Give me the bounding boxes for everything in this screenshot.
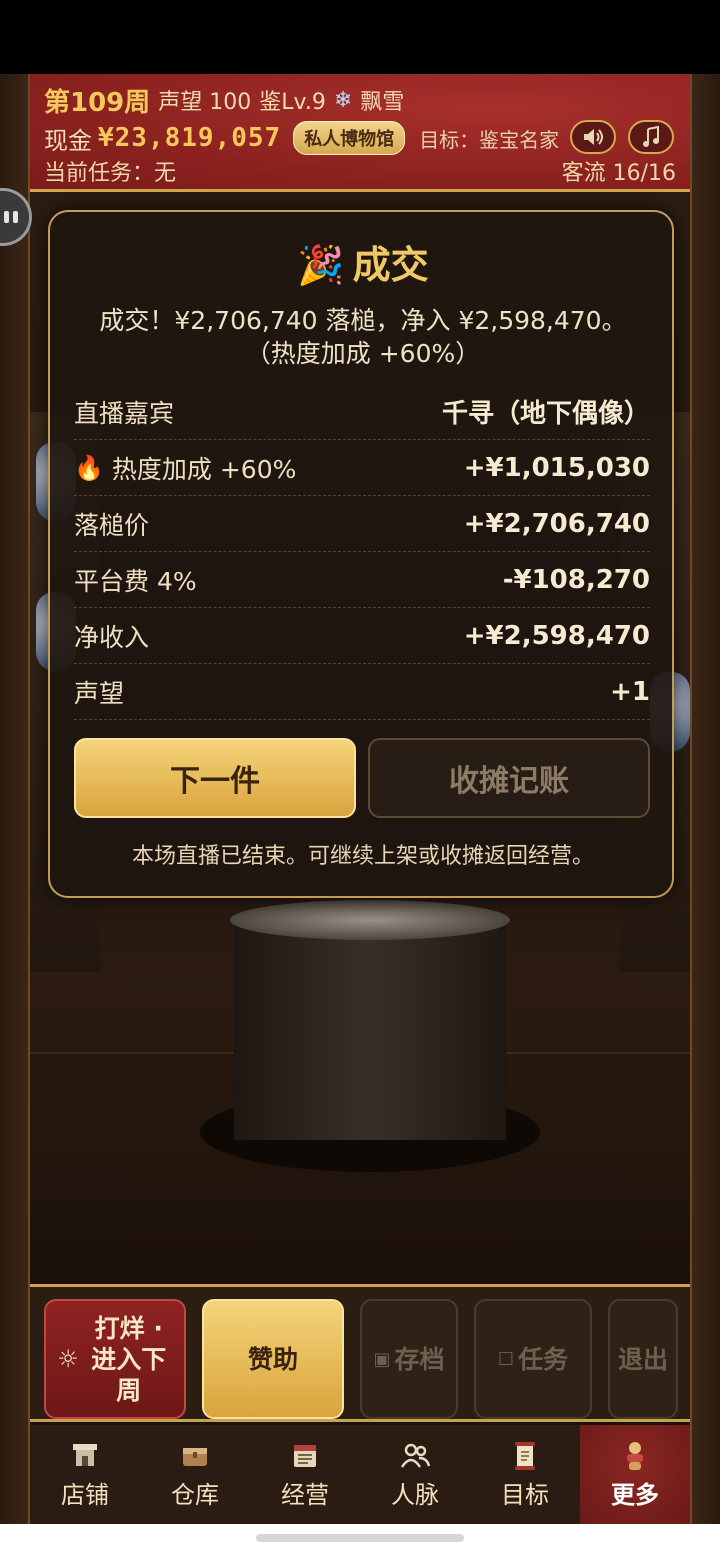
task-label: 任务 [518, 1344, 569, 1374]
party-popper-icon: 🎉 [297, 243, 345, 287]
appraisal-level: 鉴Lv.9 [259, 90, 326, 115]
dialog-note: 本场直播已结束。可继续上架或收摊返回经营。 [131, 844, 594, 869]
bottom-navigation: 店铺 仓库 经营 人脉 目标 更多 [30, 1425, 690, 1524]
pedestal-top [230, 900, 510, 940]
nav-label: 仓库 [171, 1481, 219, 1509]
row-heat-bonus: 🔥 热度加成 +60% +¥1,015,030 [74, 440, 650, 496]
dialog-title-text: 成交 [352, 243, 429, 287]
exit-button[interactable]: 退出 [608, 1299, 678, 1419]
sponsor-button[interactable]: 赞助 [202, 1299, 344, 1419]
next-item-button[interactable]: 下一件 [74, 738, 356, 818]
current-task: 当前任务：无 [44, 161, 177, 186]
row-value: +¥2,706,740 [463, 508, 650, 539]
display-pedestal [234, 920, 506, 1140]
nav-item-shop[interactable]: 店铺 [30, 1425, 140, 1524]
row-value: 千寻（地下偶像） [441, 399, 650, 429]
museum-badge[interactable]: 私人博物馆 [293, 121, 406, 155]
sale-message-line2: （热度加成 +60%） [245, 339, 481, 368]
music-button[interactable] [628, 120, 674, 154]
row-value: +1 [610, 676, 650, 707]
visitor-count: 客流 16/16 [561, 161, 676, 186]
action-bar: ☼ 打烊 · 进入下周 赞助 ▣ 存档 ☐ 任务 退出 [30, 1284, 690, 1422]
save-label: 存档 [394, 1344, 445, 1374]
header-row-task: 当前任务：无 客流 16/16 [44, 154, 676, 188]
row-value: +¥2,598,470 [463, 620, 650, 651]
save-icon: ▣ [373, 1348, 391, 1370]
top-status-panel: 第109周 声望 100 鉴Lv.9 ❄ 飘雪 现金 ¥23,819,057 私… [30, 74, 690, 192]
row-label: 平台费 4% [74, 566, 197, 596]
reputation-value: 声望 100 [158, 90, 252, 115]
music-note-icon [643, 126, 659, 147]
snowflake-icon: ❄ [333, 87, 353, 113]
sale-message-line1: 成交！¥2,706,740 落槌，净入 ¥2,598,470。 [99, 306, 627, 335]
row-label: 净收入 [74, 622, 150, 652]
row-reputation: 声望 +1 [74, 664, 650, 720]
frame-left [0, 74, 30, 1524]
close-and-next-week-label: 打烊 · 进入下周 [91, 1313, 167, 1405]
nav-label: 经营 [281, 1481, 329, 1509]
row-value: +¥1,015,030 [463, 452, 650, 483]
nav-item-warehouse[interactable]: 仓库 [140, 1425, 250, 1524]
home-indicator[interactable] [256, 1534, 464, 1542]
sale-breakdown: 直播嘉宾 千寻（地下偶像） 🔥 热度加成 +60% +¥1,015,030 落槌价… [74, 384, 650, 720]
nav-item-business[interactable]: 经营 [250, 1425, 360, 1524]
sun-icon: ☼ [57, 1344, 79, 1373]
row-guest: 直播嘉宾 千寻（地下偶像） [74, 384, 650, 440]
nav-label: 目标 [501, 1481, 549, 1509]
row-label: 声望 [74, 678, 125, 708]
row-hammer-price: 落槌价 +¥2,706,740 [74, 496, 650, 552]
handle-dots-icon [3, 211, 18, 223]
nav-label: 更多 [611, 1481, 659, 1509]
row-label: 落槌价 [74, 510, 150, 540]
nav-item-goals[interactable]: 目标 [470, 1425, 580, 1524]
system-gesture-bar [0, 1524, 720, 1554]
sound-button[interactable] [570, 120, 616, 154]
weather-label: 飘雪 [360, 90, 405, 115]
nav-item-more[interactable]: 更多 [580, 1425, 690, 1524]
row-platform-fee: 平台费 4% -¥108,270 [74, 552, 650, 608]
row-label: 直播嘉宾 [74, 398, 175, 428]
status-bar [0, 0, 720, 74]
ledger-icon [288, 1439, 322, 1473]
header-row-week: 第109周 声望 100 鉴Lv.9 ❄ 飘雪 [44, 82, 404, 118]
nav-label: 人脉 [391, 1481, 439, 1509]
header-row-cash: 现金 ¥23,819,057 私人博物馆 目标：鉴宝名家 [44, 120, 571, 156]
dialog-title: 🎉 成交 [50, 234, 676, 289]
nav-item-contacts[interactable]: 人脉 [360, 1425, 470, 1524]
row-value: -¥108,270 [502, 564, 650, 595]
row-label: 热度加成 +60% [111, 454, 297, 484]
contacts-icon [398, 1439, 432, 1473]
nav-label: 店铺 [61, 1481, 109, 1509]
shop-icon [68, 1439, 102, 1473]
fire-icon: 🔥 [74, 453, 104, 482]
week-counter: 第109周 [44, 87, 151, 118]
sale-result-dialog: 🎉 成交 成交！¥2,706,740 落槌，净入 ¥2,598,470。 （热度加… [48, 210, 674, 898]
row-label-wrap: 🔥 热度加成 +60% [74, 450, 296, 486]
task-button[interactable]: ☐ 任务 [474, 1299, 592, 1419]
cash-value: ¥23,819,057 [98, 123, 282, 153]
scroll-icon [508, 1439, 542, 1473]
warehouse-icon [178, 1439, 212, 1473]
speaker-icon [584, 129, 603, 145]
goal-label: 目标：鉴宝名家 [419, 127, 560, 152]
frame-right [690, 74, 720, 1524]
task-icon: ☐ [497, 1348, 515, 1370]
row-net-income: 净收入 +¥2,598,470 [74, 608, 650, 664]
close-and-next-week-button[interactable]: ☼ 打烊 · 进入下周 [44, 1299, 186, 1419]
more-icon [618, 1439, 652, 1473]
close-shop-ledger-button[interactable]: 收摊记账 [368, 738, 650, 818]
sale-message: 成交！¥2,706,740 落槌，净入 ¥2,598,470。 （热度加成 +6… [70, 304, 656, 370]
cash-label: 现金 [44, 126, 92, 155]
save-button[interactable]: ▣ 存档 [360, 1299, 458, 1419]
